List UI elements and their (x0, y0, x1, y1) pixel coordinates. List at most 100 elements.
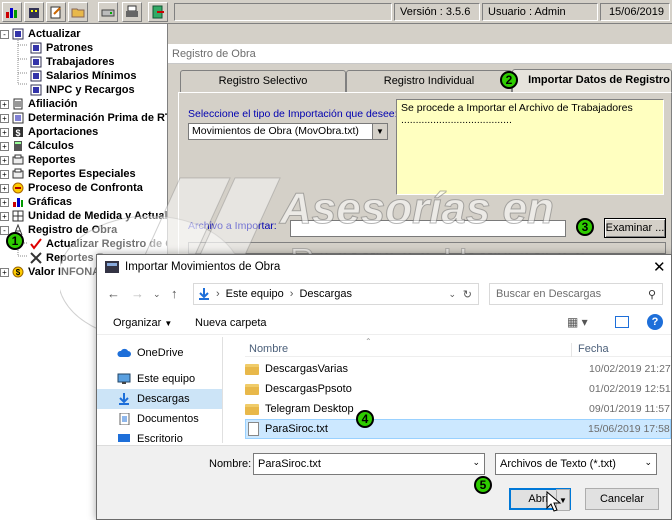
edit-icon[interactable] (46, 2, 66, 22)
close-icon[interactable]: ✕ (653, 258, 666, 276)
file-row[interactable]: DescargasVarias 10/02/2019 21:27 (245, 359, 671, 379)
tree-item-reportes[interactable]: + Reportes (0, 153, 76, 167)
expand-icon[interactable]: + (0, 99, 9, 109)
tree-item-label: Cálculos (28, 140, 74, 152)
chart-icon (13, 198, 23, 207)
nav-label: Descargas (137, 393, 190, 405)
folder-icon (245, 383, 259, 395)
nav-item-este-equipo[interactable]: Este equipo (97, 369, 222, 389)
expand-icon[interactable]: + (0, 197, 9, 207)
tab-importar-datos[interactable]: Importar Datos de Registro (512, 69, 672, 93)
tree-item-label: Salarios Mínimos (46, 70, 137, 82)
folder-icon (12, 28, 24, 40)
chevron-down-icon[interactable]: ⌄ (448, 289, 456, 300)
status-empty (174, 3, 392, 21)
up-arrow-icon[interactable]: ↑ (171, 286, 178, 301)
exit-icon[interactable] (148, 2, 168, 22)
import-log-memo: Se procede a Importar el Archivo de Trab… (396, 99, 664, 195)
filetype-value: Archivos de Texto (*.txt) (500, 458, 616, 470)
file-row[interactable]: DescargasPpsoto 01/02/2019 12:51 (245, 379, 671, 399)
folder-open-icon[interactable] (68, 2, 88, 22)
expand-icon[interactable]: + (0, 183, 9, 193)
file-path-input[interactable] (290, 220, 566, 237)
expand-icon[interactable]: + (0, 211, 9, 221)
collapse-icon[interactable]: - (0, 225, 9, 235)
help-icon[interactable]: ? (647, 314, 663, 330)
file-date: 01/02/2019 12:51 (589, 383, 671, 395)
document-icon (13, 98, 23, 110)
download-icon (119, 393, 129, 405)
nav-item-escritorio[interactable]: Escritorio (97, 429, 222, 443)
tree-item-prima-rt[interactable]: + Determinación Prima de RT (0, 111, 167, 125)
tree-item-afiliacion[interactable]: + Afiliación (0, 97, 78, 111)
column-nombre[interactable]: Nombre (249, 343, 288, 355)
computer-icon (117, 373, 131, 384)
dialog-title: Importar Movimientos de Obra (125, 261, 281, 273)
refresh-icon[interactable]: ↻ (463, 288, 472, 301)
tree-item-salarios-minimos[interactable]: Salarios Mínimos (30, 69, 136, 83)
expand-icon[interactable]: + (0, 127, 9, 137)
tree-item-trabajadores[interactable]: Trabajadores (30, 55, 114, 69)
breadcrumb-descargas[interactable]: Descargas (299, 288, 352, 300)
search-input[interactable]: Buscar en Descargas ⚲ (489, 283, 663, 305)
navigation-pane: OneDrive Este equipo Descargas Documento… (97, 337, 223, 443)
column-fecha[interactable]: Fecha (571, 343, 609, 357)
tree-item-graficas[interactable]: + Gráficas (0, 195, 72, 209)
nav-item-onedrive[interactable]: OneDrive (97, 343, 222, 363)
view-options-icon[interactable]: ▦ ▾ (567, 315, 588, 329)
import-type-select[interactable]: Movimientos de Obra (MovObra.txt) ▼ (188, 123, 388, 140)
collapse-icon[interactable]: - (0, 29, 9, 39)
back-arrow-icon[interactable]: ← (107, 286, 120, 301)
tree-item-calculos[interactable]: + Cálculos (0, 139, 74, 153)
breadcrumb-este-equipo[interactable]: Este equipo (226, 288, 284, 300)
tree-item-actualizar[interactable]: - Actualizar (0, 27, 81, 41)
tree-item-patrones[interactable]: Patrones (30, 41, 93, 55)
chevron-down-icon[interactable]: ▼ (372, 124, 387, 139)
tree-item-reportes-especiales[interactable]: + Reportes Especiales (0, 167, 136, 181)
cancel-button[interactable]: Cancelar (585, 488, 659, 510)
expand-icon[interactable]: + (0, 141, 9, 151)
file-row[interactable]: Telegram Desktop 09/01/2019 11:57 (245, 399, 671, 419)
chevron-down-icon: ▼ (164, 319, 173, 328)
tab-registro-individual[interactable]: Registro Individual (346, 70, 512, 92)
filetype-select[interactable]: Archivos de Texto (*.txt) ⌄ (495, 453, 657, 475)
tree-item-inpc-recargos[interactable]: INPC y Recargos (30, 83, 135, 97)
tree-item-confronta[interactable]: + Proceso de Confronta (0, 181, 143, 195)
tree-item-aportaciones[interactable]: + $ Aportaciones (0, 125, 98, 139)
tree-item-uma[interactable]: + Unidad de Medida y Actualiz (0, 209, 167, 223)
command-bar: Organizar ▼ Nueva carpeta ▦ ▾ ? (97, 311, 671, 335)
file-date: 15/06/2019 17:58 (588, 423, 670, 435)
filename-input[interactable]: ParaSiroc.txt ⌄ (253, 453, 485, 475)
address-bar[interactable]: › Este equipo › Descargas ⌄ ↻ (193, 283, 479, 305)
printer-icon[interactable] (122, 2, 142, 22)
chart-icon[interactable] (2, 2, 22, 22)
svg-text:$: $ (15, 128, 20, 138)
browse-button[interactable]: Examinar ... (604, 218, 666, 238)
chevron-down-icon[interactable]: ⌄ (644, 457, 652, 468)
preview-pane-icon[interactable] (615, 316, 629, 328)
chevron-down-icon[interactable]: ⌄ (153, 289, 161, 300)
search-placeholder: Buscar en Descargas (496, 288, 602, 300)
nav-item-descargas[interactable]: Descargas (97, 389, 222, 409)
tree-item-label: Aportaciones (28, 126, 99, 138)
chevron-down-icon[interactable]: ⌄ (472, 457, 480, 468)
nav-item-documentos[interactable]: Documentos (97, 409, 222, 429)
memo-line: ...................................... (401, 114, 512, 126)
file-list-header: Nombre Fecha ⌃ (245, 337, 671, 357)
tree-item-valor-infonavit[interactable]: + $ Valor INFONAV (0, 265, 107, 279)
drive-icon[interactable] (98, 2, 118, 22)
building-icon[interactable] (24, 2, 44, 22)
tree-item-reportes-r[interactable]: Reportes R (30, 251, 105, 265)
organize-button[interactable]: Organizar ▼ (113, 317, 172, 329)
tab-registro-selectivo[interactable]: Registro Selectivo (180, 70, 346, 92)
open-file-dialog: Importar Movimientos de Obra ✕ ← → ⌄ ↑ ›… (96, 254, 672, 520)
file-date: 10/02/2019 21:27 (589, 363, 671, 375)
file-row-selected[interactable]: ParaSiroc.txt 15/06/2019 17:58 (245, 419, 671, 439)
expand-icon[interactable]: + (0, 169, 9, 179)
tree-item-actualizar-registro[interactable]: Actualizar Registro de Ob (30, 237, 167, 251)
expand-icon[interactable]: + (0, 267, 9, 277)
expand-icon[interactable]: + (0, 155, 9, 165)
new-folder-button[interactable]: Nueva carpeta (195, 317, 267, 329)
forward-arrow-icon[interactable]: → (131, 286, 144, 301)
expand-icon[interactable]: + (0, 113, 9, 123)
